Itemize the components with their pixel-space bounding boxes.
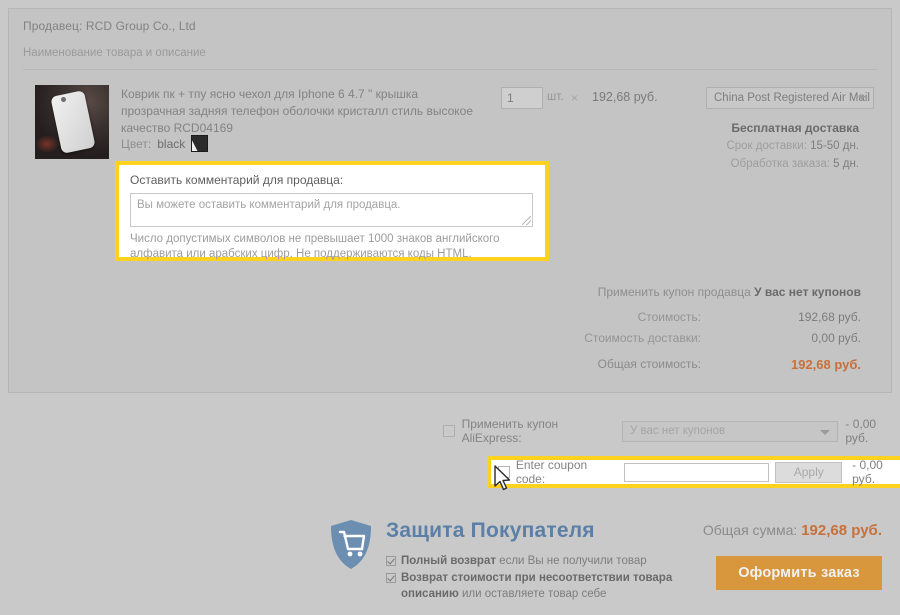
seller-comment-textarea[interactable]: Вы можете оставить комментарий для прода… [130,193,533,227]
shipping-method-value: China Post Registered Air Mail [714,92,870,104]
shipping-cost-row: Стоимость доставки: 0,00 руб. [584,331,861,345]
header-divider [23,69,877,70]
color-label: Цвет: [121,136,152,151]
seller-coupon-label: Применить купон продавца [597,285,751,299]
delivery-time-row: Срок доставки: 15-50 дн. [726,140,859,152]
place-order-button[interactable]: Оформить заказ [716,556,882,590]
column-header-product: Наименование товара и описание [23,47,206,59]
enter-coupon-label: Enter coupon code: [515,458,588,486]
order-total-row: Общая стоимость: 192,68 руб. [598,357,861,372]
aliexpress-coupon-selected: У вас нет купонов [630,424,726,437]
chevron-down-icon [820,429,831,435]
coupon-code-input[interactable] [624,462,770,482]
unit-price: 192,68 руб. [592,90,658,104]
grand-total-row: Общая сумма: 192,68 руб. [703,522,882,539]
aliexpress-coupon-select[interactable]: У вас нет купонов [622,420,839,442]
color-swatch-icon [191,135,209,152]
grand-total-label: Общая сумма: [702,522,798,538]
order-card: Продавец: RCD Group Co., Ltd Наименовани… [8,8,892,393]
thumbnail-glow [35,135,59,153]
buyer-protection-item-text: Возврат стоимости при несоответствии тов… [401,572,673,600]
subtotal-row: Стоимость: 192,68 руб. [638,310,861,324]
seller-name: Продавец: RCD Group Co., Ltd [23,19,196,33]
enter-coupon-checkbox[interactable] [498,466,510,478]
buyer-protection-item-text: Полный возврат если Вы не получили товар [401,555,647,567]
processing-time-row: Обработка заказа: 5 дн. [731,158,859,170]
seller-coupon-status: У вас нет купонов [754,285,861,299]
check-icon [386,556,396,566]
grand-total-value: 192,68 руб. [801,522,882,539]
buyer-protection-item: Полный возврат если Вы не получили товар [386,553,686,569]
shipping-method-select[interactable]: China Post Registered Air Mail [706,87,874,109]
subtotal-amount: 192,68 руб. [798,310,861,324]
shipping-cost-amount: 0,00 руб. [811,331,861,345]
product-thumbnail[interactable] [35,85,109,159]
buyer-protection-shield-icon [331,520,371,569]
seller-comment-highlight: Оставить комментарий для продавца: Вы мо… [115,161,549,261]
aliexpress-coupon-discount: - 0,00 руб. [845,417,877,445]
seller-comment-hint: Число допустимых символов не превышает 1… [130,233,500,260]
enter-coupon-highlight: Enter coupon code: Apply - 0,00 руб. [487,456,900,488]
textarea-resize-handle[interactable] [522,216,531,225]
processing-time-value: 5 дн. [833,158,859,170]
seller-coupon-row[interactable]: Применить купон продавца У вас нет купон… [598,285,861,299]
product-color-row: Цвет: black [121,135,209,152]
check-icon [386,573,396,583]
buyer-protection-title: Защита Покупателя [386,519,595,542]
buyer-protection-list: Полный возврат если Вы не получили товар… [386,553,686,603]
aliexpress-coupon-label: Применить купон AliExpress: [461,417,559,445]
order-total-amount: 192,68 руб. [790,357,861,372]
chevron-down-icon [858,96,866,100]
shipping-cost-label: Стоимость доставки: [584,331,701,345]
color-value: black [157,136,186,151]
subtotal-label: Стоимость: [637,310,701,324]
aliexpress-coupon-row: Применить купон AliExpress: У вас нет ку… [443,417,900,445]
aliexpress-coupon-checkbox[interactable] [443,425,455,437]
seller-comment-label: Оставить комментарий для продавца: [130,173,344,187]
seller-comment-placeholder: Вы можете оставить комментарий для прода… [137,199,401,211]
delivery-time-label: Срок доставки: [726,140,807,152]
quantity-unit-label: шт. [547,91,564,103]
quantity-input[interactable]: 1 [501,87,543,109]
enter-coupon-discount: - 0,00 руб. [852,458,883,486]
apply-coupon-button[interactable]: Apply [775,461,843,483]
order-total-label: Общая стоимость: [597,357,701,371]
delivery-time-value: 15-50 дн. [810,140,859,152]
buyer-protection-item: Возврат стоимости при несоответствии тов… [386,570,686,602]
free-shipping-label: Бесплатная доставка [731,121,859,135]
processing-time-label: Обработка заказа: [730,158,830,170]
multiply-symbol: × [571,91,579,105]
product-title[interactable]: Коврик пк + тпу ясно чехол для Iphone 6 … [121,86,481,137]
